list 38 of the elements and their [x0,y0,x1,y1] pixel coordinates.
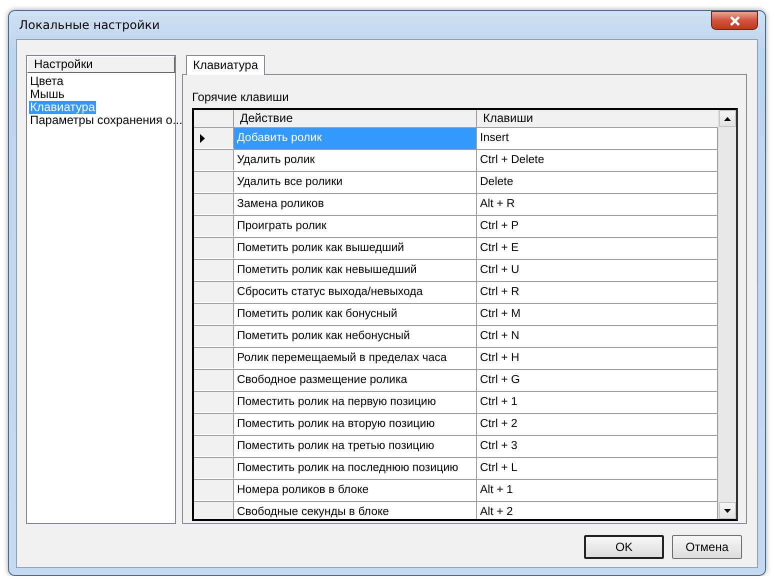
table-cell: Поместить ролик на вторую позицию [234,414,477,435]
close-button[interactable] [711,11,758,30]
table-cell: Проиграть ролик [234,216,477,237]
table-cell: Сбросить статус выхода/невыхода [234,282,477,303]
list-item[interactable]: Мышь [29,88,66,101]
window-title: Локальные настройки [18,18,160,32]
down-arrow-icon [724,508,731,512]
column-header[interactable]: Клавиши [477,110,718,127]
cancel-button[interactable]: Отмена [672,535,742,559]
table-cell: Свободные секунды в блоке [234,502,477,519]
table-cell: Замена роликов [234,194,477,215]
table-cell: Ролик перемещаемый в пределах часа [234,348,477,369]
up-arrow-icon [724,116,731,120]
vertical-scrollbar[interactable] [718,110,736,519]
table-cell: Удалить ролик [234,150,477,171]
table-cell: Поместить ролик на первую позицию [234,392,477,413]
table-cell: Номера роликов в блоке [234,480,477,501]
table-cell: Пометить ролик как бонусный [234,304,477,325]
close-icon [728,16,740,26]
list-header: Настройки [27,56,175,73]
scroll-up-button[interactable] [719,110,736,127]
row-header[interactable] [194,128,234,149]
list-item[interactable]: Цвета [29,75,64,88]
table-cell: Пометить ролик как небонусный [234,326,477,347]
ok-button[interactable]: OK [584,535,664,559]
scroll-down-button[interactable] [719,502,736,519]
table-cell: Пометить ролик как вышедший [234,238,477,259]
list-item[interactable]: Параметры сохранения о... [29,114,184,127]
table-cell: Пометить ролик как невышедший [234,260,477,281]
table-cell: Удалить все ролики [234,172,477,193]
table-cell: Добавить ролик [234,128,477,149]
table-cell: Поместить ролик на третью позицию [234,436,477,457]
group-label: Горячие клавиши [192,90,289,104]
current-row-icon [200,134,205,142]
column-header[interactable]: Действие [234,110,477,127]
tab[interactable]: Клавиатура [186,55,265,75]
table-cell: Свободное размещение ролика [234,370,477,391]
table-cell: Поместить ролик на последнюю позицию [234,458,477,479]
